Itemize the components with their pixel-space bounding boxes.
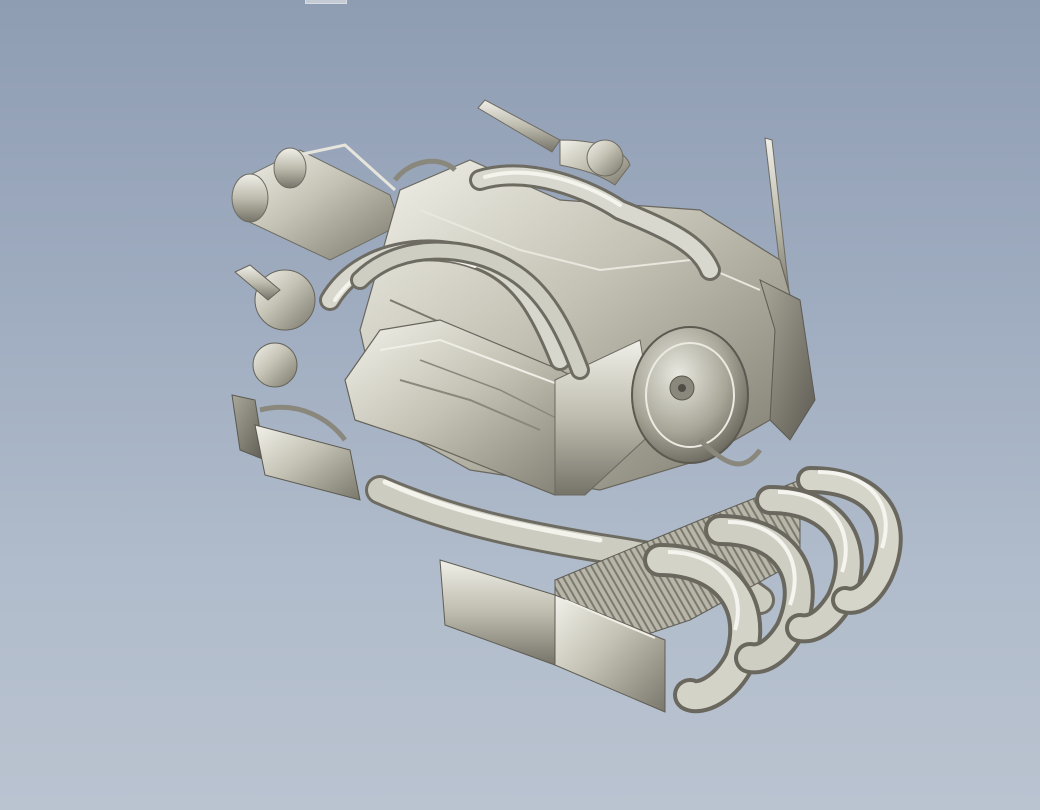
flywheel xyxy=(631,326,749,464)
engine-3d-model[interactable] xyxy=(0,0,1040,810)
muffler-left xyxy=(231,143,401,261)
3d-viewport[interactable] xyxy=(0,0,1040,810)
turbocharger xyxy=(234,264,316,388)
